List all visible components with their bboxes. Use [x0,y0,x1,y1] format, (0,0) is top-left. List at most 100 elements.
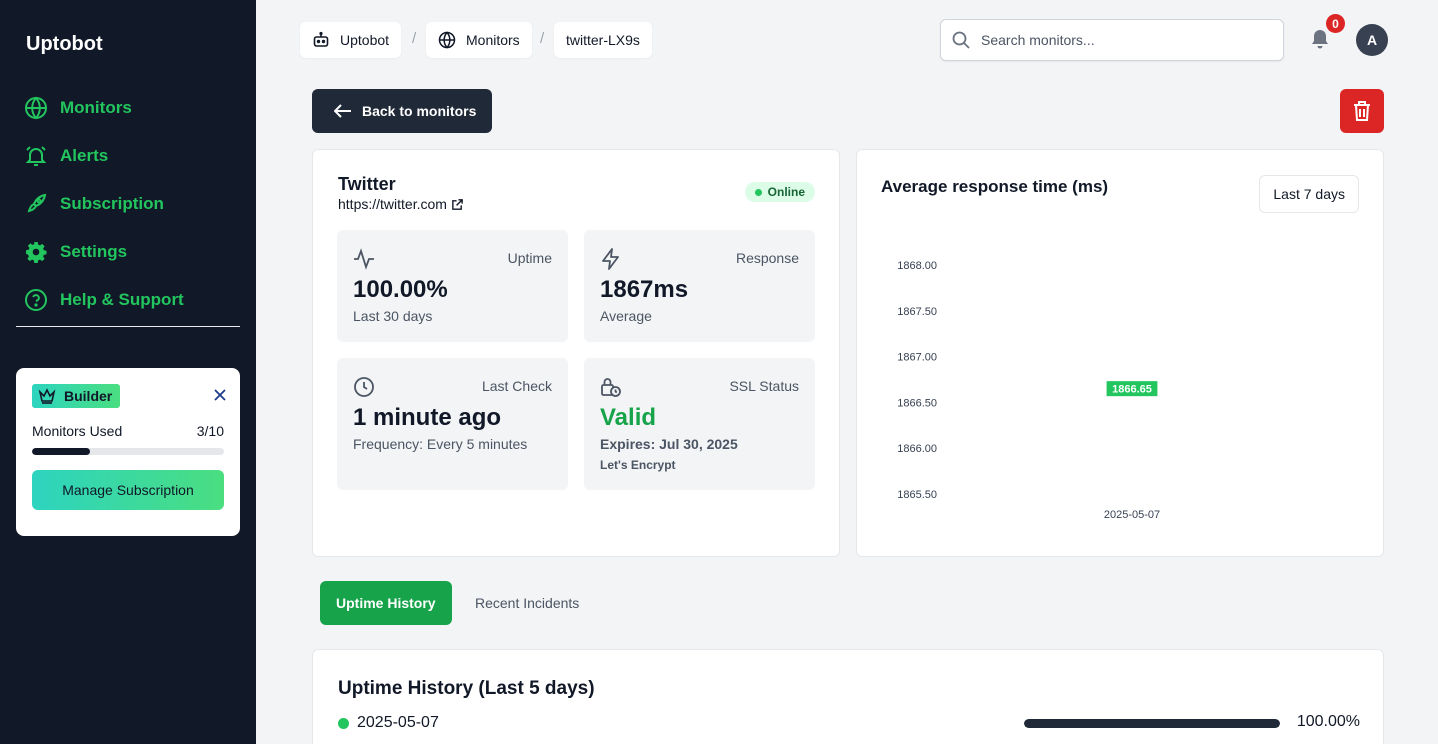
breadcrumb-label: Monitors [466,32,520,48]
lightning-icon [600,248,622,270]
breadcrumb-item-monitors[interactable]: Monitors [426,22,532,58]
manage-subscription-button[interactable]: Manage Subscription [32,470,224,510]
sidebar-nav: Monitors Alerts Subscription Settings He… [24,84,240,324]
response-time-chart: 1868.00 1867.50 1867.00 1866.50 1866.00 1865.… [897,260,1160,521]
arrow-left-icon [334,104,352,118]
breadcrumb-label: twitter-LX9s [566,32,640,48]
ssl-issuer: Let's Encrypt [600,458,676,472]
lock-clock-icon [600,376,622,398]
back-to-monitors-button[interactable]: Back to monitors [312,89,492,133]
last-check-sub: Frequency: Every 5 minutes [353,436,528,452]
y-tick-label: 1867.50 [897,306,937,318]
last-check-label: Last Check [481,378,552,394]
sidebar-item-label: Alerts [60,146,109,165]
history-uptime-bar-fill [1024,719,1280,728]
alarm-icon [24,144,48,168]
breadcrumb-item-current[interactable]: twitter-LX9s [554,22,652,58]
plan-usage-bar [32,448,224,455]
app-logo[interactable]: Uptobot [26,33,103,56]
ssl-label: SSL Status [729,378,799,394]
breadcrumb-item-home[interactable]: Uptobot [300,22,402,58]
globe-icon [24,96,48,120]
response-stat-card: Response 1867ms Average [584,230,815,342]
bell-icon[interactable] [1308,28,1332,57]
breadcrumb-separator: / [412,30,417,47]
history-uptime-bar [1024,719,1280,728]
data-label: 1866.65 [1112,384,1152,396]
status-dot [754,188,762,196]
activity-icon [353,248,375,270]
delete-button[interactable] [1340,89,1384,133]
sidebar-item-label: Monitors [60,98,132,117]
plan-name: Builder [64,388,113,404]
history-date: 2025-05-07 [357,714,439,731]
ssl-expiry: Expires: Jul 30, 2025 [600,436,738,452]
response-time-chart-card: Average response time (ms) Last 7 days 1… [856,149,1384,557]
x-tick-label: 2025-05-07 [1104,509,1160,521]
sidebar-item-help[interactable]: Help & Support [24,276,240,324]
status-label: Online [767,185,805,199]
sidebar-item-label: Help & Support [60,290,184,309]
avatar[interactable]: A [1356,24,1388,56]
status-badge: Online [744,182,815,202]
plan-usage-value: 3/10 [196,423,224,439]
crown-icon [38,388,56,404]
plan-usage-bar-fill [32,448,90,455]
tab-recent-incidents[interactable]: Recent Incidents [459,581,595,625]
uptime-value: 100.00% [353,276,448,303]
uptime-stat-card: Uptime 100.00% Last 30 days [337,230,568,342]
status-dot [338,717,349,729]
response-label: Response [735,250,799,266]
back-button-label: Back to monitors [362,103,477,119]
y-tick-label: 1867.00 [897,352,937,364]
globe-icon [438,31,456,49]
uptime-history-card: Uptime History (Last 5 days) 2025-05-07 … [312,649,1384,744]
rocket-icon [24,192,48,216]
last-check-stat-card: Last Check 1 minute ago Frequency: Every… [337,358,568,490]
sidebar-item-monitors[interactable]: Monitors [24,84,240,132]
breadcrumb-label: Uptobot [340,32,390,48]
search-icon [951,30,971,50]
plan-card: Builder Monitors Used 3/10 Manage Subscr… [16,368,240,536]
plan-usage-label: Monitors Used [32,423,123,439]
sidebar: Uptobot Monitors Alerts Subscription Set… [0,0,256,744]
search-input[interactable] [981,32,1271,48]
monitor-summary-card: Twitter https://twitter.com Online Uptim… [312,149,840,557]
ssl-stat-card: SSL Status Valid Expires: Jul 30, 2025 L… [584,358,815,490]
sidebar-item-label: Subscription [60,194,164,213]
history-percent: 100.00% [1296,713,1360,730]
trash-icon [1352,100,1372,122]
sidebar-item-label: Settings [60,242,128,261]
uptime-label: Uptime [507,250,552,266]
notification-badge: 0 [1326,14,1345,33]
monitor-name: Twitter [338,174,396,194]
response-sub: Average [600,308,652,324]
sidebar-divider [16,326,240,327]
clock-icon [353,376,375,398]
response-value: 1867ms [600,276,689,303]
uptime-history-title: Uptime History (Last 5 days) [338,678,595,699]
plan-badge: Builder [32,384,121,408]
tab-uptime-history[interactable]: Uptime History [320,581,452,625]
external-link-icon [451,198,464,211]
plan-usage-row: Monitors Used 3/10 [32,423,224,439]
breadcrumb-separator: / [540,30,545,47]
search-box [940,19,1284,61]
gear-icon [24,240,48,264]
ssl-value: Valid [600,404,657,431]
y-tick-label: 1866.00 [897,443,937,455]
last-check-value: 1 minute ago [353,404,502,431]
sidebar-item-settings[interactable]: Settings [24,228,240,276]
y-tick-label: 1866.50 [897,397,937,409]
sidebar-item-subscription[interactable]: Subscription [24,180,240,228]
y-tick-label: 1868.00 [897,260,937,272]
uptime-sub: Last 30 days [353,308,433,324]
sidebar-item-alerts[interactable]: Alerts [24,132,240,180]
help-circle-icon [24,288,48,312]
monitor-url: https://twitter.com [338,196,447,212]
list-item: 2025-05-07 100.00% [338,712,1360,734]
monitor-url-link[interactable]: https://twitter.com [338,196,464,212]
close-icon[interactable] [214,388,226,406]
robot-icon [312,31,330,49]
y-tick-label: 1865.50 [897,489,937,501]
